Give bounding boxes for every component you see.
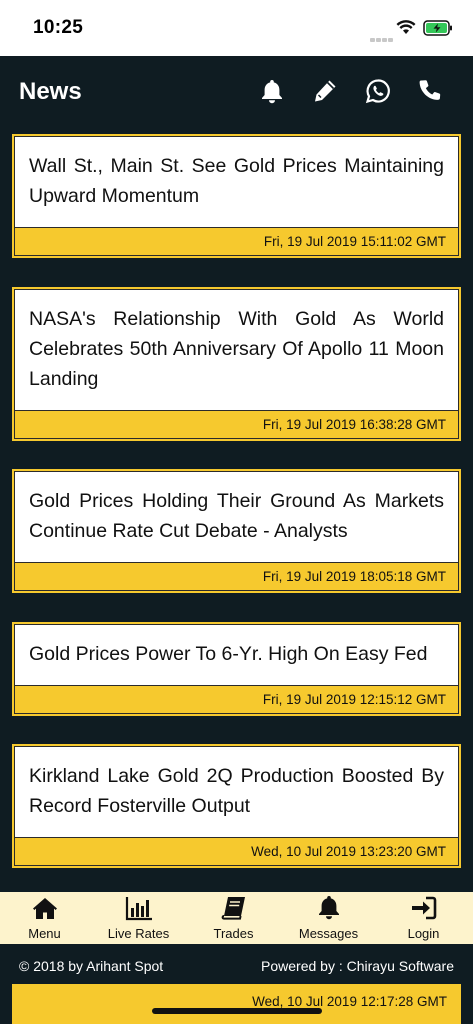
home-indicator	[152, 1008, 322, 1014]
tab-messages[interactable]: Messages	[281, 892, 376, 944]
news-title-box: Kirkland Lake Gold 2Q Production Boosted…	[15, 747, 458, 837]
bell-icon[interactable]	[259, 78, 285, 104]
sign-in-icon	[410, 895, 438, 921]
copyright-text: © 2018 by Arihant Spot	[19, 958, 164, 974]
news-card[interactable]: Kirkland Lake Gold 2Q Production Boosted…	[12, 744, 461, 868]
news-title-box: Gold Prices Power To 6-Yr. High On Easy …	[15, 625, 458, 685]
powered-by-text: Powered by : Chirayu Software	[261, 958, 454, 974]
news-card[interactable]: Wall St., Main St. See Gold Prices Maint…	[12, 134, 461, 258]
tab-label: Login	[407, 926, 440, 941]
signal-icon	[370, 29, 394, 47]
news-title: Gold Prices Power To 6-Yr. High On Easy …	[29, 643, 428, 665]
bell-icon	[315, 895, 343, 921]
news-card[interactable]: NASA's Relationship With Gold As World C…	[12, 287, 461, 441]
bottom-tab-bar: Menu Live Rates Trades Messages Login	[0, 892, 473, 944]
news-card[interactable]: Gold Prices Holding Their Ground As Mark…	[12, 469, 461, 593]
news-date: Fri, 19 Jul 2019 15:11:02 GMT	[15, 227, 458, 255]
battery-icon	[423, 20, 453, 41]
tab-menu[interactable]: Menu	[0, 892, 92, 944]
news-card[interactable]: Gold Prices Power To 6-Yr. High On Easy …	[12, 622, 461, 716]
news-title-box: Gold Prices Holding Their Ground As Mark…	[15, 472, 458, 562]
app-header: News	[0, 56, 473, 128]
tab-login[interactable]: Login	[376, 892, 471, 944]
home-icon	[31, 895, 59, 921]
tab-trades[interactable]: Trades	[186, 892, 281, 944]
news-title-box: Wall St., Main St. See Gold Prices Maint…	[15, 137, 458, 227]
news-title: Gold Prices Holding Their Ground As Mark…	[29, 490, 444, 542]
news-date: Fri, 19 Jul 2019 16:38:28 GMT	[15, 410, 458, 438]
pencil-icon[interactable]	[312, 78, 338, 104]
news-card[interactable]: Wed, 10 Jul 2019 12:17:28 GMT	[12, 984, 461, 1024]
news-date: Fri, 19 Jul 2019 12:15:12 GMT	[15, 685, 458, 713]
footer: © 2018 by Arihant Spot Powered by : Chir…	[0, 944, 473, 988]
wifi-icon	[396, 19, 416, 40]
tab-label: Menu	[28, 926, 61, 941]
news-title: Kirkland Lake Gold 2Q Production Boosted…	[29, 765, 444, 817]
news-title-box: NASA's Relationship With Gold As World C…	[15, 290, 458, 410]
news-title: Wall St., Main St. See Gold Prices Maint…	[29, 155, 444, 207]
status-time: 10:25	[33, 17, 84, 38]
news-date: Fri, 19 Jul 2019 18:05:18 GMT	[15, 562, 458, 590]
tab-label: Live Rates	[107, 926, 170, 941]
status-bar: 10:25	[0, 0, 473, 56]
whatsapp-icon[interactable]	[365, 78, 391, 104]
book-icon	[220, 895, 248, 921]
tab-live-rates[interactable]: Live Rates	[91, 892, 186, 944]
news-title: NASA's Relationship With Gold As World C…	[29, 308, 444, 390]
news-date: Wed, 10 Jul 2019 13:23:20 GMT	[15, 837, 458, 865]
phone-icon[interactable]	[416, 78, 442, 104]
news-date: Wed, 10 Jul 2019 12:17:28 GMT	[252, 994, 447, 1009]
tab-label: Trades	[213, 926, 254, 941]
tab-label: Messages	[298, 926, 359, 941]
page-title: News	[19, 78, 82, 105]
bar-chart-icon	[125, 895, 153, 921]
